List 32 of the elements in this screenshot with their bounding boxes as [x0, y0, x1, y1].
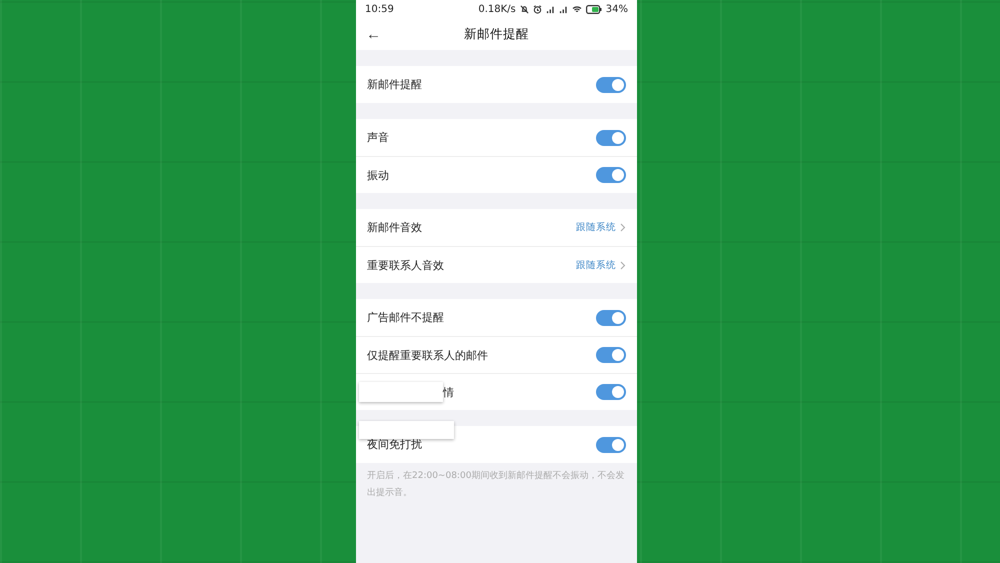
toggle-switch[interactable] [596, 76, 626, 92]
alarm-clock-icon [532, 4, 542, 14]
toggle-switch[interactable] [596, 436, 626, 452]
row-label: 仅提醒重要联系人的邮件 [367, 348, 489, 362]
toggle-switch[interactable] [596, 310, 626, 326]
hint-text: 开启后，在22:00~08:00期间收到新邮件提醒不会振动，不会发出提示音。 [366, 470, 626, 500]
row-label: 夜间免打扰 [367, 437, 423, 452]
battery-icon [586, 4, 602, 14]
page-title: 新邮件提醒 [464, 26, 529, 42]
back-button[interactable]: ← [364, 26, 383, 42]
row-label: 重要联系人音效 [367, 258, 445, 272]
row-label: 声音 [367, 130, 390, 145]
row-label: 振动 [367, 168, 390, 182]
row-label: 情 [443, 384, 455, 400]
row-label: 广告邮件不提醒 [367, 310, 445, 325]
toggle-switch[interactable] [596, 167, 626, 183]
toggle-switch[interactable] [596, 384, 626, 400]
row-label: 新邮件音效 [367, 220, 423, 235]
muted-bell-icon [520, 4, 529, 14]
battery-percent: 34% [606, 4, 628, 14]
wifi-icon [572, 4, 582, 14]
toggle-switch[interactable] [596, 130, 626, 146]
signal-icon [546, 4, 555, 14]
row-label: 新邮件提醒 [367, 77, 423, 92]
chevron-right-icon [620, 260, 626, 270]
chevron-right-icon [620, 223, 626, 232]
network-speed: 0.18K/s [478, 4, 516, 14]
row-value: 跟随系统 [576, 221, 616, 234]
row-value: 跟随系统 [576, 258, 616, 272]
clock: 10:59 [365, 4, 394, 14]
signal-icon [558, 4, 568, 14]
toggle-switch[interactable] [596, 347, 626, 363]
